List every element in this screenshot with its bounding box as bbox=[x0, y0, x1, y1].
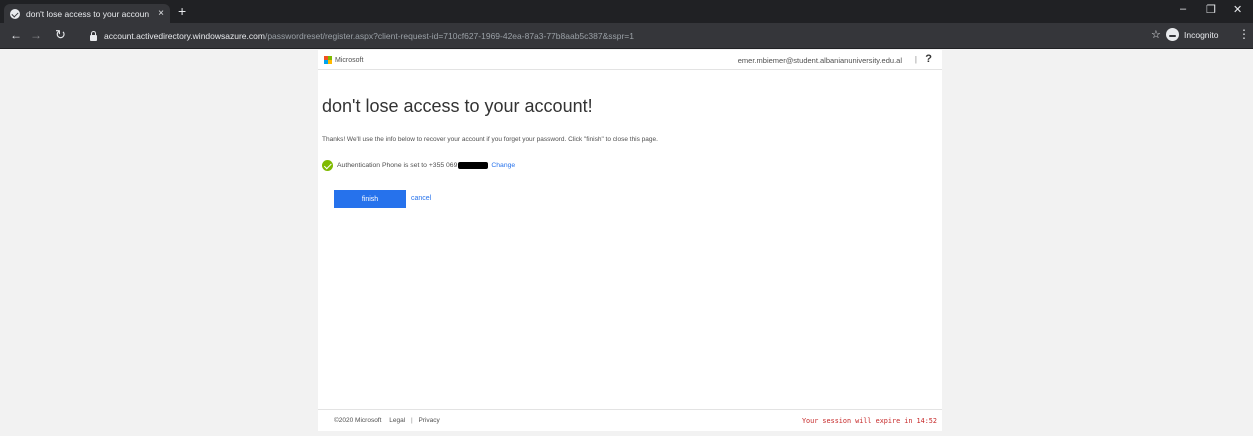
lock-icon[interactable] bbox=[90, 30, 97, 41]
incognito-icon bbox=[1166, 28, 1179, 41]
menu-icon[interactable]: ⋮ bbox=[1238, 27, 1250, 41]
address-bar[interactable]: account.activedirectory.windowsazure.com… bbox=[82, 27, 1142, 45]
finish-button[interactable]: finish bbox=[334, 190, 406, 208]
intro-text: Thanks! We'll use the info below to reco… bbox=[322, 136, 658, 143]
auth-phone-text: Authentication Phone is set to +355 069 bbox=[337, 162, 458, 169]
browser-toolbar: ← → ↻ account.activedirectory.windowsazu… bbox=[0, 23, 1253, 49]
back-icon[interactable]: ← bbox=[10, 28, 22, 42]
favicon-icon bbox=[10, 8, 20, 19]
url-text[interactable]: account.activedirectory.windowsazure.com… bbox=[104, 31, 634, 41]
copyright: ©2020 Microsoft bbox=[334, 417, 382, 424]
browser-tab-bar: don't lose access to your accoun × + – ❐… bbox=[0, 0, 1253, 23]
card-header: Microsoft emer.mbiemer@student.albanianu… bbox=[318, 50, 942, 70]
user-email[interactable]: emer.mbiemer@student.albanianuniversity.… bbox=[738, 56, 902, 65]
minimize-icon[interactable]: – bbox=[1180, 3, 1186, 15]
privacy-link[interactable]: Privacy bbox=[418, 417, 439, 424]
incognito-label: Incognito bbox=[1184, 29, 1219, 40]
card-footer: ©2020 Microsoft Legal | Privacy Your ses… bbox=[318, 409, 942, 431]
star-icon[interactable]: ☆ bbox=[1151, 28, 1161, 41]
help-icon[interactable]: ? bbox=[925, 53, 932, 65]
legal-link[interactable]: Legal bbox=[389, 417, 405, 424]
page-title: don't lose access to your account! bbox=[322, 96, 593, 116]
forward-icon[interactable]: → bbox=[30, 28, 42, 42]
header-separator: | bbox=[914, 55, 917, 64]
auth-phone-row: Authentication Phone is set to +355 069 … bbox=[322, 160, 515, 171]
content-card: Microsoft emer.mbiemer@student.albanianu… bbox=[318, 50, 942, 431]
redacted-block bbox=[458, 162, 489, 169]
microsoft-logo-icon bbox=[324, 56, 332, 64]
new-tab-icon[interactable]: + bbox=[178, 3, 186, 19]
check-icon bbox=[322, 160, 333, 171]
restore-icon[interactable]: ❐ bbox=[1206, 3, 1216, 16]
reload-icon[interactable]: ↻ bbox=[55, 27, 66, 43]
change-link[interactable]: Change bbox=[491, 162, 515, 169]
window-close-icon[interactable]: ✕ bbox=[1233, 3, 1242, 16]
url-domain: account.activedirectory.windowsazure.com bbox=[104, 31, 265, 41]
brand-name: Microsoft bbox=[335, 56, 364, 64]
incognito-indicator[interactable]: Incognito bbox=[1166, 28, 1219, 41]
footer-links: ©2020 Microsoft Legal | Privacy bbox=[334, 417, 440, 424]
tab-close-icon[interactable]: × bbox=[158, 8, 164, 19]
tab-title: don't lose access to your accoun bbox=[26, 8, 150, 19]
cancel-link[interactable]: cancel bbox=[411, 195, 431, 202]
session-expiry-message: Your session will expire in 14:52 bbox=[801, 417, 937, 425]
url-path: /passwordreset/register.aspx?client-requ… bbox=[264, 31, 634, 41]
microsoft-logo: Microsoft bbox=[324, 56, 363, 64]
browser-tab[interactable]: don't lose access to your accoun × bbox=[4, 4, 170, 23]
footer-separator: | bbox=[410, 417, 413, 424]
